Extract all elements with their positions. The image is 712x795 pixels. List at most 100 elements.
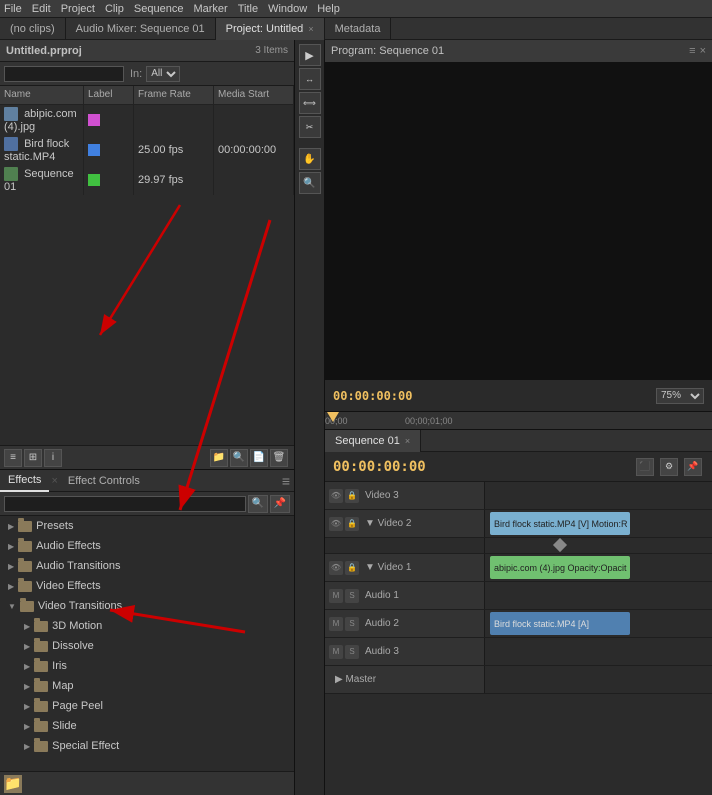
- track-header-master: ▶ Master: [325, 666, 485, 693]
- effects-panel-menu-btn[interactable]: ≡: [282, 473, 290, 489]
- label-swatch: [88, 144, 100, 156]
- track-lock-btn[interactable]: 🔒: [345, 561, 359, 575]
- project-info-btn[interactable]: i: [44, 449, 62, 467]
- new-folder-btn[interactable]: 📁: [4, 775, 22, 793]
- track-clip[interactable]: Bird flock static.MP4 [V] Motion:R: [490, 512, 630, 535]
- tool-arrow-both[interactable]: ⟺: [299, 92, 321, 114]
- track-lock-btn[interactable]: 🔒: [345, 489, 359, 503]
- project-search-btn[interactable]: 🔍: [230, 449, 248, 467]
- list-item[interactable]: ▶ Audio Transitions: [0, 556, 294, 576]
- effects-item-label: Video Effects: [36, 580, 100, 592]
- menu-window[interactable]: Window: [268, 3, 307, 15]
- track-video2: 👁 🔒 ▼ Video 2 Bird flock static.MP4 [V] …: [325, 510, 712, 538]
- col-label[interactable]: Label: [84, 86, 134, 104]
- sequence-render-btn[interactable]: ⬛: [636, 458, 654, 476]
- list-item[interactable]: ▶ Slide: [0, 716, 294, 736]
- project-icon-view-btn[interactable]: ⊞: [24, 449, 42, 467]
- track-solo-btn[interactable]: S: [345, 589, 359, 603]
- track-icons-audio2: M S: [329, 617, 361, 631]
- project-delete-btn[interactable]: 🗑: [270, 449, 288, 467]
- transition-diamond: [553, 538, 567, 552]
- track-content-audio1[interactable]: [485, 582, 712, 609]
- track-content-master[interactable]: [485, 666, 712, 693]
- list-item[interactable]: ▶ Special Effect: [0, 736, 294, 756]
- menu-edit[interactable]: Edit: [32, 3, 51, 15]
- track-mute-btn[interactable]: M: [329, 589, 343, 603]
- table-row[interactable]: Bird flock static.MP4 25.00 fps 00:00:00…: [0, 135, 294, 165]
- track-header-video1: 👁 🔒 ▼ Video 1: [325, 554, 485, 581]
- track-mute-btn[interactable]: M: [329, 617, 343, 631]
- track-eye-btn[interactable]: 👁: [329, 517, 343, 531]
- track-eye-btn[interactable]: 👁: [329, 489, 343, 503]
- monitor-close-btn[interactable]: ×: [700, 45, 706, 57]
- list-item[interactable]: ▶ Page Peel: [0, 696, 294, 716]
- tab-sequence01[interactable]: Sequence 01 ×: [325, 430, 421, 452]
- menu-help[interactable]: Help: [317, 3, 340, 15]
- monitor-menu-btn[interactable]: ≡: [689, 45, 695, 57]
- item-count: 3 Items: [255, 45, 288, 56]
- list-item[interactable]: ▶ Iris: [0, 656, 294, 676]
- tool-razor[interactable]: ✂: [299, 116, 321, 138]
- col-frame-rate[interactable]: Frame Rate: [134, 86, 214, 104]
- track-clip[interactable]: Bird flock static.MP4 [A]: [490, 612, 630, 635]
- menu-file[interactable]: File: [4, 3, 22, 15]
- effects-search-btn[interactable]: 🔍: [248, 495, 268, 513]
- track-lock-btn[interactable]: 🔒: [345, 517, 359, 531]
- tab-effect-controls[interactable]: Effect Controls: [60, 470, 148, 492]
- list-item[interactable]: ▶ Video Effects: [0, 576, 294, 596]
- sequence-markers-btn[interactable]: 📌: [684, 458, 702, 476]
- monitor-display: [325, 62, 712, 379]
- table-row[interactable]: abipic.com (4).jpg: [0, 104, 294, 135]
- folder-icon: [18, 521, 32, 532]
- tool-arrow-horizontal[interactable]: ↔: [299, 68, 321, 90]
- list-item[interactable]: ▼ Video Transitions: [0, 596, 294, 616]
- track-content-audio3[interactable]: [485, 638, 712, 665]
- list-item[interactable]: ▶ Dissolve: [0, 636, 294, 656]
- track-content-video3[interactable]: [485, 482, 712, 509]
- track-content-video1[interactable]: abipic.com (4).jpg Opacity:Opacit: [485, 554, 712, 581]
- tools-column: ▶ ↔ ⟺ ✂ ✋ 🔍: [295, 40, 325, 795]
- track-mute-btn[interactable]: M: [329, 645, 343, 659]
- monitor-zoom-select[interactable]: 75% 50% 100%: [656, 388, 704, 404]
- track-solo-btn[interactable]: S: [345, 617, 359, 631]
- col-name[interactable]: Name: [0, 86, 84, 104]
- list-item[interactable]: ▶ Audio Effects: [0, 536, 294, 556]
- menu-project[interactable]: Project: [61, 3, 95, 15]
- in-select[interactable]: All: [146, 66, 180, 82]
- tab-metadata[interactable]: Metadata: [325, 18, 392, 40]
- effects-item-label: Audio Effects: [36, 540, 101, 552]
- list-item[interactable]: ▶ Map: [0, 676, 294, 696]
- track-clip[interactable]: abipic.com (4).jpg Opacity:Opacit: [490, 556, 630, 579]
- timeline-area: 👁 🔒 Video 3 👁 🔒: [325, 482, 712, 795]
- tab-effects[interactable]: Effects: [0, 470, 49, 492]
- tool-hand[interactable]: ✋: [299, 148, 321, 170]
- file-mediastart-cell: [214, 104, 294, 135]
- track-content-audio2[interactable]: Bird flock static.MP4 [A]: [485, 610, 712, 637]
- project-list-view-btn[interactable]: ≡: [4, 449, 22, 467]
- tool-select[interactable]: ▶: [299, 44, 321, 66]
- project-search-input[interactable]: [4, 66, 124, 82]
- tab-audio-mixer[interactable]: Audio Mixer: Sequence 01: [66, 18, 216, 40]
- tab-project[interactable]: Project: Untitled ×: [216, 18, 325, 40]
- track-content-video2[interactable]: Bird flock static.MP4 [V] Motion:R: [485, 510, 712, 537]
- track-eye-btn[interactable]: 👁: [329, 561, 343, 575]
- effects-search-input[interactable]: [4, 496, 246, 512]
- menu-marker[interactable]: Marker: [193, 3, 227, 15]
- menu-title[interactable]: Title: [238, 3, 258, 15]
- tab-no-clips[interactable]: (no clips): [0, 18, 66, 40]
- sequence-settings-btn[interactable]: ⚙: [660, 458, 678, 476]
- tab-project-close[interactable]: ×: [308, 24, 313, 34]
- sequence-tab-close[interactable]: ×: [405, 436, 410, 446]
- menu-clip[interactable]: Clip: [105, 3, 124, 15]
- clip-label: Bird flock static.MP4 [V] Motion:R: [494, 519, 628, 529]
- col-media-start[interactable]: Media Start: [214, 86, 294, 104]
- list-item[interactable]: ▶ Presets: [0, 516, 294, 536]
- menu-sequence[interactable]: Sequence: [134, 3, 184, 15]
- effects-pin-btn[interactable]: 📌: [270, 495, 290, 513]
- tool-zoom[interactable]: 🔍: [299, 172, 321, 194]
- project-new-bin-btn[interactable]: 📁: [210, 449, 228, 467]
- list-item[interactable]: ▶ 3D Motion: [0, 616, 294, 636]
- project-new-item-btn[interactable]: 📄: [250, 449, 268, 467]
- table-row[interactable]: Sequence 01 29.97 fps: [0, 165, 294, 195]
- track-solo-btn[interactable]: S: [345, 645, 359, 659]
